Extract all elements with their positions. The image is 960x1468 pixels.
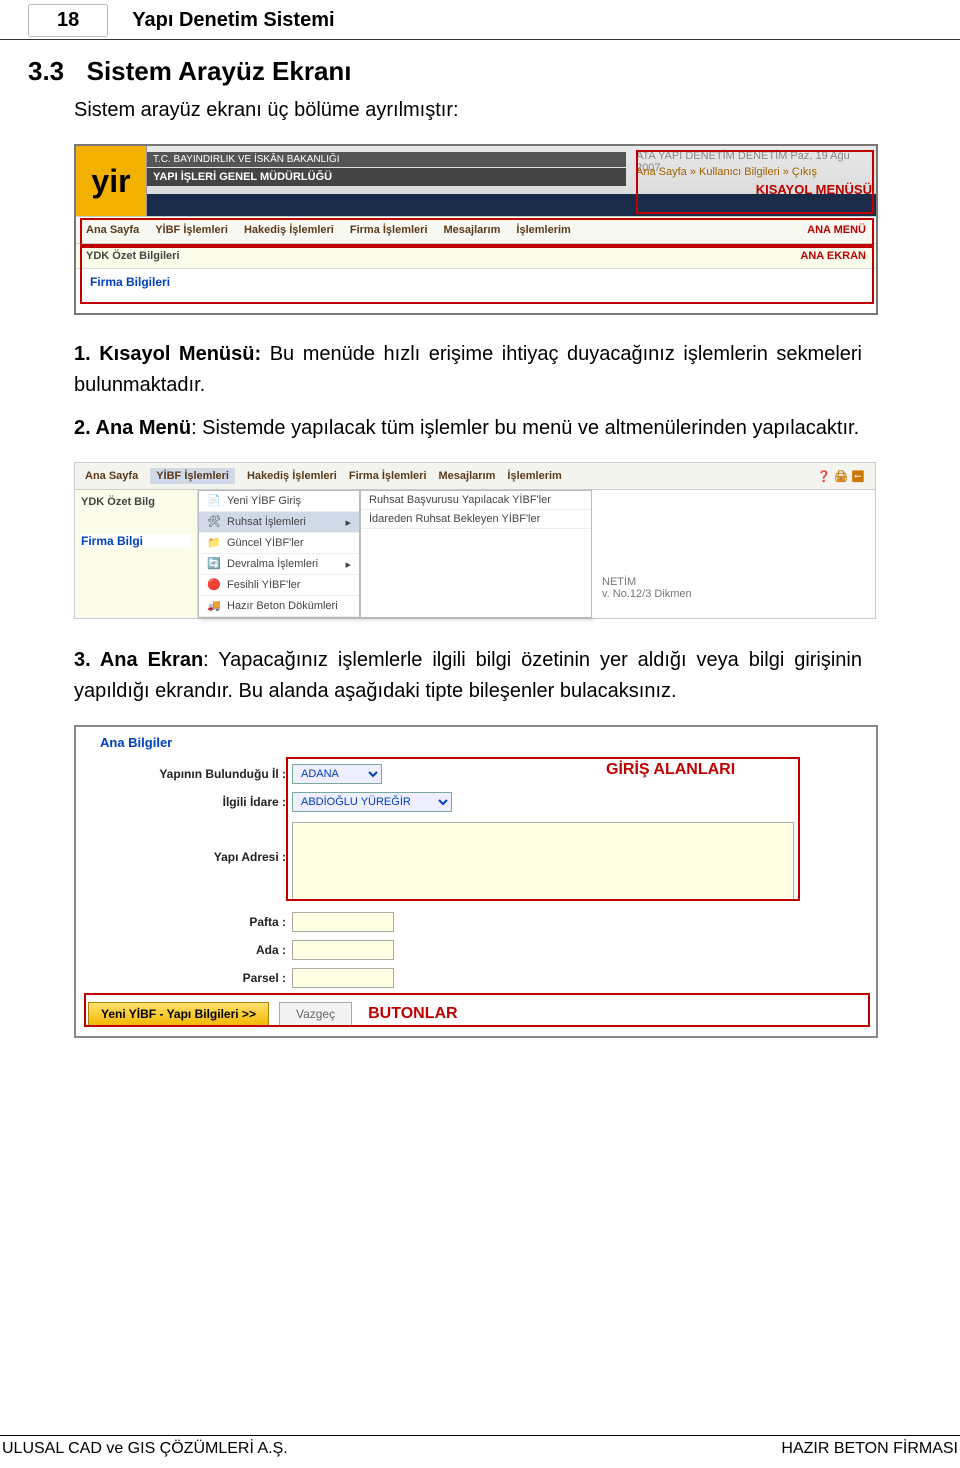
page-footer: ULUSAL CAD ve GIS ÇÖZÜMLERİ A.Ş. HAZIR B… (0, 1435, 960, 1458)
label-pafta: Pafta : (76, 915, 292, 929)
screenshot-menus: Ana Sayfa YİBF İşlemleri Hakediş İşlemle… (74, 462, 876, 619)
stop-icon: 🔴 (207, 578, 221, 592)
bg-text-1: NETİM (602, 576, 865, 588)
section-title: Sistem Arayüz Ekranı (87, 56, 352, 86)
doc-title: Yapı Denetim Sistemi (132, 9, 334, 32)
cancel-button[interactable]: Vazgeç (279, 1002, 352, 1026)
ydk-summary-tab[interactable]: YDK Özet Bilgileri (86, 250, 180, 262)
submenu-idareden-ruhsat[interactable]: İdareden Ruhsat Bekleyen YİBF'ler (361, 510, 591, 529)
menu-item-islemlerim[interactable]: İşlemlerim (507, 470, 561, 482)
menu-item-messages[interactable]: Mesajlarım (444, 224, 501, 236)
bg-text-2: v. No.12/3 Dikmen (602, 588, 865, 600)
section-number: 3.3 (28, 56, 64, 86)
menu-fesihli[interactable]: 🔴Fesihli YİBF'ler (199, 575, 359, 596)
menu-guncel-yibf[interactable]: 📁Güncel YİBF'ler (199, 533, 359, 554)
menu-item-firma[interactable]: Firma İşlemleri (349, 470, 427, 482)
ministry-line: T.C. BAYINDIRLIK VE İSKÂN BAKANLIĞI (147, 152, 626, 167)
p3-lead: 3. Ana Ekran (74, 649, 203, 671)
p2-lead: 2. Ana Menü (74, 417, 191, 439)
menu-item-home[interactable]: Ana Sayfa (85, 470, 138, 482)
label-idare: İlgili İdare : (76, 795, 292, 809)
header-info-line: ATA YAPI DENETİM DENETİM Paz, 19 Ağu 200… (636, 150, 872, 166)
chevron-right-icon: ▸ (345, 558, 351, 571)
header-quick-links[interactable]: Ana Sayfa » Kullanıcı Bilgileri » Çıkış (636, 166, 872, 182)
callout-label-inputs: GİRİŞ ALANLARI (606, 761, 735, 779)
menu-yeni-yibf[interactable]: 📄Yeni YİBF Giriş (199, 491, 359, 512)
menu-hazirbeton[interactable]: 🚚Hazır Beton Dökümleri (199, 596, 359, 617)
document-icon: 📄 (207, 494, 221, 508)
firma-bilgi-cut: Firma Bilgi (81, 534, 191, 548)
ruhsat-submenu: Ruhsat Başvurusu Yapılacak YİBF'ler İdar… (360, 490, 592, 618)
select-il[interactable]: ADANA (292, 764, 382, 784)
intro-paragraph: Sistem arayüz ekranı üç bölüme ayrılmışt… (74, 95, 862, 126)
label-ada: Ada : (76, 943, 292, 957)
label-adres: Yapı Adresi : (76, 822, 292, 864)
menu-item-firma[interactable]: Firma İşlemleri (350, 224, 428, 236)
chevron-right-icon: ▸ (345, 516, 351, 529)
input-pafta[interactable] (292, 912, 394, 932)
menu-item-hakedis[interactable]: Hakediş İşlemleri (247, 470, 337, 482)
page-header: 18 Yapı Denetim Sistemi (0, 0, 960, 40)
label-il: Yapının Bulunduğu İl : (76, 767, 292, 781)
paragraph-1: 1. Kısayol Menüsü: Bu menüde hızlı erişi… (74, 339, 862, 401)
footer-left: ULUSAL CAD ve GIS ÇÖZÜMLERİ A.Ş. (2, 1440, 288, 1458)
menu-item-home[interactable]: Ana Sayfa (86, 224, 139, 236)
directorate-line: YAPI İŞLERİ GENEL MÜDÜRLÜĞÜ (147, 168, 626, 186)
fieldset-title: Ana Bilgiler (100, 735, 876, 750)
callout-label-buttons: BUTONLAR (368, 1005, 457, 1023)
menu-item-yibf[interactable]: YİBF İşlemleri (155, 224, 228, 236)
screenshot-overview: yir T.C. BAYINDIRLIK VE İSKÂN BAKANLIĞI … (74, 144, 878, 315)
footer-right: HAZIR BETON FİRMASI (781, 1440, 958, 1458)
menu-devralma[interactable]: 🔄Devralma İşlemleri▸ (199, 554, 359, 575)
menu-ruhsat[interactable]: 🛠Ruhsat İşlemleri▸ (199, 512, 359, 533)
label-parsel: Parsel : (76, 971, 292, 985)
app-logo: yir (76, 146, 147, 216)
truck-icon: 🚚 (207, 599, 221, 613)
screenshot-form: Ana Bilgiler Yapının Bulunduğu İl : ADAN… (74, 725, 878, 1038)
menu-item-islemlerim[interactable]: İşlemlerim (516, 224, 570, 236)
input-parsel[interactable] (292, 968, 394, 988)
shortcut-menu-label: KISAYOL MENÜSÜ (636, 182, 872, 197)
select-idare[interactable]: ABDİOĞLU YÜREĞİR (292, 792, 452, 812)
next-button[interactable]: Yeni YİBF - Yapı Bilgileri >> (88, 1002, 269, 1026)
input-ada[interactable] (292, 940, 394, 960)
paragraph-3: 3. Ana Ekran: Yapacağınız işlemlerle ilg… (74, 645, 862, 707)
submenu-ruhsat-basvuru[interactable]: Ruhsat Başvurusu Yapılacak YİBF'ler (361, 491, 591, 510)
ydk-summary-cut: YDK Özet Bilg (81, 496, 191, 508)
menu-item-hakedis[interactable]: Hakediş İşlemleri (244, 224, 334, 236)
paragraph-2: 2. Ana Menü: Sistemde yapılacak tüm işle… (74, 413, 862, 444)
firma-bilgileri-tab[interactable]: Firma Bilgileri (76, 269, 876, 313)
main-screen-label: ANA EKRAN (800, 250, 866, 262)
textarea-adres[interactable] (292, 822, 794, 900)
skyline-graphic (147, 194, 876, 216)
p2-rest: : Sistemde yapılacak tüm işlemler bu men… (191, 417, 859, 439)
p1-lead: 1. Kısayol Menüsü: (74, 343, 261, 365)
tools-icon: 🛠 (207, 515, 221, 529)
yibf-dropdown-menu: 📄Yeni YİBF Giriş 🛠Ruhsat İşlemleri▸ 📁Gün… (198, 490, 360, 618)
menu-item-messages[interactable]: Mesajlarım (439, 470, 496, 482)
menu-item-yibf-active[interactable]: YİBF İşlemleri (150, 468, 235, 484)
page-number: 18 (28, 4, 108, 37)
folder-icon: 📁 (207, 536, 221, 550)
transfer-icon: 🔄 (207, 557, 221, 571)
main-menu-bar-2: Ana Sayfa YİBF İşlemleri Hakediş İşlemle… (75, 463, 875, 490)
main-menu-bar: Ana Sayfa YİBF İşlemleri Hakediş İşlemle… (76, 216, 876, 244)
main-menu-label: ANA MENÜ (807, 224, 866, 236)
section-heading: 3.3 Sistem Arayüz Ekranı (28, 56, 862, 87)
